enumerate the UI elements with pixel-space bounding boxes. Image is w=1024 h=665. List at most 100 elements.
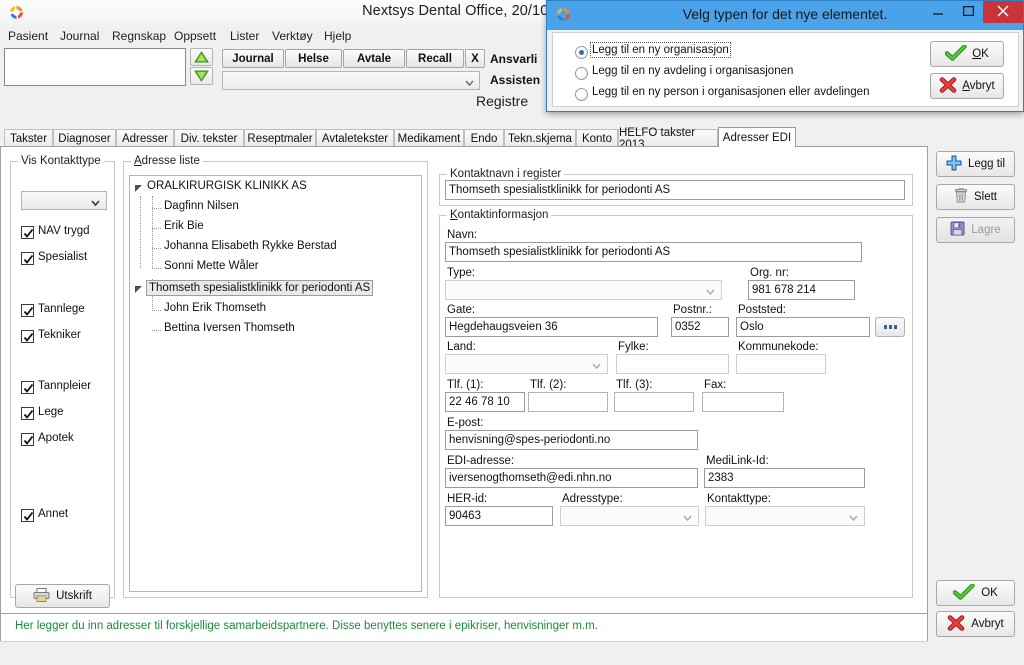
add-button[interactable]: Legg til <box>936 151 1015 177</box>
chevron-down-icon <box>706 285 715 299</box>
contact-info-group-label: Kontaktinformasjon <box>447 209 551 221</box>
patient-search-input[interactable] <box>4 48 186 86</box>
print-button[interactable]: Utskrift <box>15 584 110 608</box>
postnr-input[interactable]: 0352 <box>671 317 729 337</box>
type-select[interactable] <box>445 280 722 300</box>
tree-guide <box>152 228 161 229</box>
fax-input[interactable] <box>702 392 784 412</box>
checkbox-box <box>21 433 34 446</box>
contacttype-select[interactable] <box>21 191 107 210</box>
poststed-input[interactable]: Oslo <box>736 317 870 337</box>
checkbox-box <box>21 407 34 420</box>
status-text: Her legger du inn adresser til forskjell… <box>15 620 598 632</box>
radio-label: Legg til en ny avdeling i organisasjonen <box>592 65 793 77</box>
save-button-label: Lagre <box>971 224 1000 236</box>
tab-konto[interactable]: Konto <box>576 129 618 147</box>
edi-input[interactable]: iversenogthomseth@edi.nhn.no <box>445 468 698 488</box>
check-icon <box>23 332 34 343</box>
arrow-up-icon <box>194 51 209 64</box>
fylke-input[interactable] <box>616 354 729 374</box>
check-icon <box>23 409 34 420</box>
gate-input[interactable]: Hegdehaugsveien 36 <box>445 317 658 337</box>
tab-medikament[interactable]: Medikament <box>394 129 464 147</box>
herid-input[interactable]: 90463 <box>445 506 553 526</box>
navn-input[interactable]: Thomseth spesialistklinikk for periodont… <box>445 242 862 262</box>
tlf2-input[interactable] <box>528 392 608 412</box>
scroll-down-button[interactable] <box>190 67 213 85</box>
tlf3-input[interactable] <box>614 392 694 412</box>
red-x-icon <box>939 77 957 96</box>
tab-adresser-edi[interactable]: Adresser EDI <box>718 127 796 147</box>
save-button[interactable]: Lagre <box>936 217 1015 243</box>
delete-button[interactable]: Slett <box>936 184 1015 210</box>
menu-item-pasient[interactable]: Pasient <box>4 28 52 44</box>
checkbox-box <box>21 304 34 317</box>
tree-node-label: John Erik Thomseth <box>164 302 266 314</box>
expanded-triangle-icon[interactable] <box>134 184 143 196</box>
adresstype-select[interactable] <box>560 506 699 526</box>
scroll-up-button[interactable] <box>190 48 213 66</box>
epost-input[interactable]: henvisning@spes-periodonti.no <box>445 430 698 450</box>
tlf2-label: Tlf. (2): <box>530 379 566 391</box>
poststed-browse-button[interactable] <box>875 317 905 337</box>
tab-div-tekster[interactable]: Div. tekster <box>174 129 244 147</box>
poststed-label: Poststed: <box>738 304 786 316</box>
toolbar-button-recall[interactable]: Recall <box>406 49 464 68</box>
green-check-icon <box>953 584 975 603</box>
tab-endo[interactable]: Endo <box>464 129 504 147</box>
ok-button[interactable]: OK <box>936 580 1015 606</box>
register-name-input[interactable]: Thomseth spesialistklinikk for periodont… <box>445 180 905 200</box>
menu-item-verktoy[interactable]: Verktøy <box>268 28 317 44</box>
land-select[interactable] <box>445 354 608 374</box>
tab-diagnoser[interactable]: Diagnoser <box>53 129 116 147</box>
plus-icon <box>946 155 962 174</box>
check-icon <box>23 306 34 317</box>
medilink-input[interactable]: 2383 <box>704 468 865 488</box>
minimize-icon <box>932 5 944 19</box>
check-icon <box>23 435 34 446</box>
address-tree[interactable]: ORALKIRURGISK KLINIKK AS Dagfinn Nilsen … <box>129 175 422 592</box>
tab-avtaletekster[interactable]: Avtaletekster <box>316 129 394 147</box>
radio-label: Legg til en ny person i organisasjonen e… <box>592 86 869 98</box>
tab-reseptmaler[interactable]: Reseptmaler <box>244 129 316 147</box>
chevron-down-icon <box>592 359 601 373</box>
dialog-cancel-button[interactable]: Avbryt <box>930 73 1004 99</box>
tree-node-label: Erik Bie <box>164 220 204 232</box>
tab-takster[interactable]: Takster <box>4 129 53 147</box>
maximize-icon <box>963 5 974 19</box>
medilink-label: MediLink-Id: <box>706 455 769 467</box>
toolbar-button-helse[interactable]: Helse <box>285 49 342 68</box>
tab-helfo-takster-2013[interactable]: HELFO takster 2013 <box>618 129 718 147</box>
close-button[interactable] <box>983 1 1023 23</box>
menu-item-hjelp[interactable]: Hjelp <box>320 28 355 44</box>
maximize-button[interactable] <box>953 1 983 23</box>
checkbox-label: Lege <box>38 406 64 418</box>
kontakttype-select[interactable] <box>705 506 865 526</box>
responsible-label: Ansvarli <box>490 52 537 66</box>
kommunekode-input[interactable] <box>736 354 826 374</box>
cancel-button[interactable]: Avbryt <box>936 611 1015 637</box>
orgnr-input[interactable]: 981 678 214 <box>748 280 855 300</box>
check-icon <box>23 228 34 239</box>
menu-item-regnskap[interactable]: Regnskap <box>108 28 170 44</box>
menu-item-oppsett[interactable]: Oppsett <box>170 28 220 44</box>
menu-item-lister[interactable]: Lister <box>226 28 263 44</box>
green-check-icon <box>945 45 967 64</box>
dialog-ok-button[interactable]: OK <box>930 41 1004 67</box>
menu-item-journal[interactable]: Journal <box>56 28 103 44</box>
toolbar-button-journal[interactable]: Journal <box>222 49 284 68</box>
printer-icon <box>33 588 50 605</box>
toolbar-button-avtale[interactable]: Avtale <box>343 49 405 68</box>
tab-tekn-skjema[interactable]: Tekn.skjema <box>504 129 576 147</box>
floppy-disk-icon <box>950 221 965 239</box>
tlf3-label: Tlf. (3): <box>616 379 652 391</box>
herid-label: HER-id: <box>447 493 487 505</box>
checkbox-label: Tannlege <box>38 303 85 315</box>
toolbar-button-close-patient[interactable]: X <box>465 49 485 68</box>
checkbox-label: Annet <box>38 508 68 520</box>
expanded-triangle-icon[interactable] <box>134 285 143 297</box>
tlf1-input[interactable]: 22 46 78 10 <box>445 392 525 412</box>
minimize-button[interactable] <box>923 1 953 23</box>
toolbar-combo[interactable] <box>222 71 480 90</box>
tab-adresser[interactable]: Adresser <box>116 129 174 147</box>
